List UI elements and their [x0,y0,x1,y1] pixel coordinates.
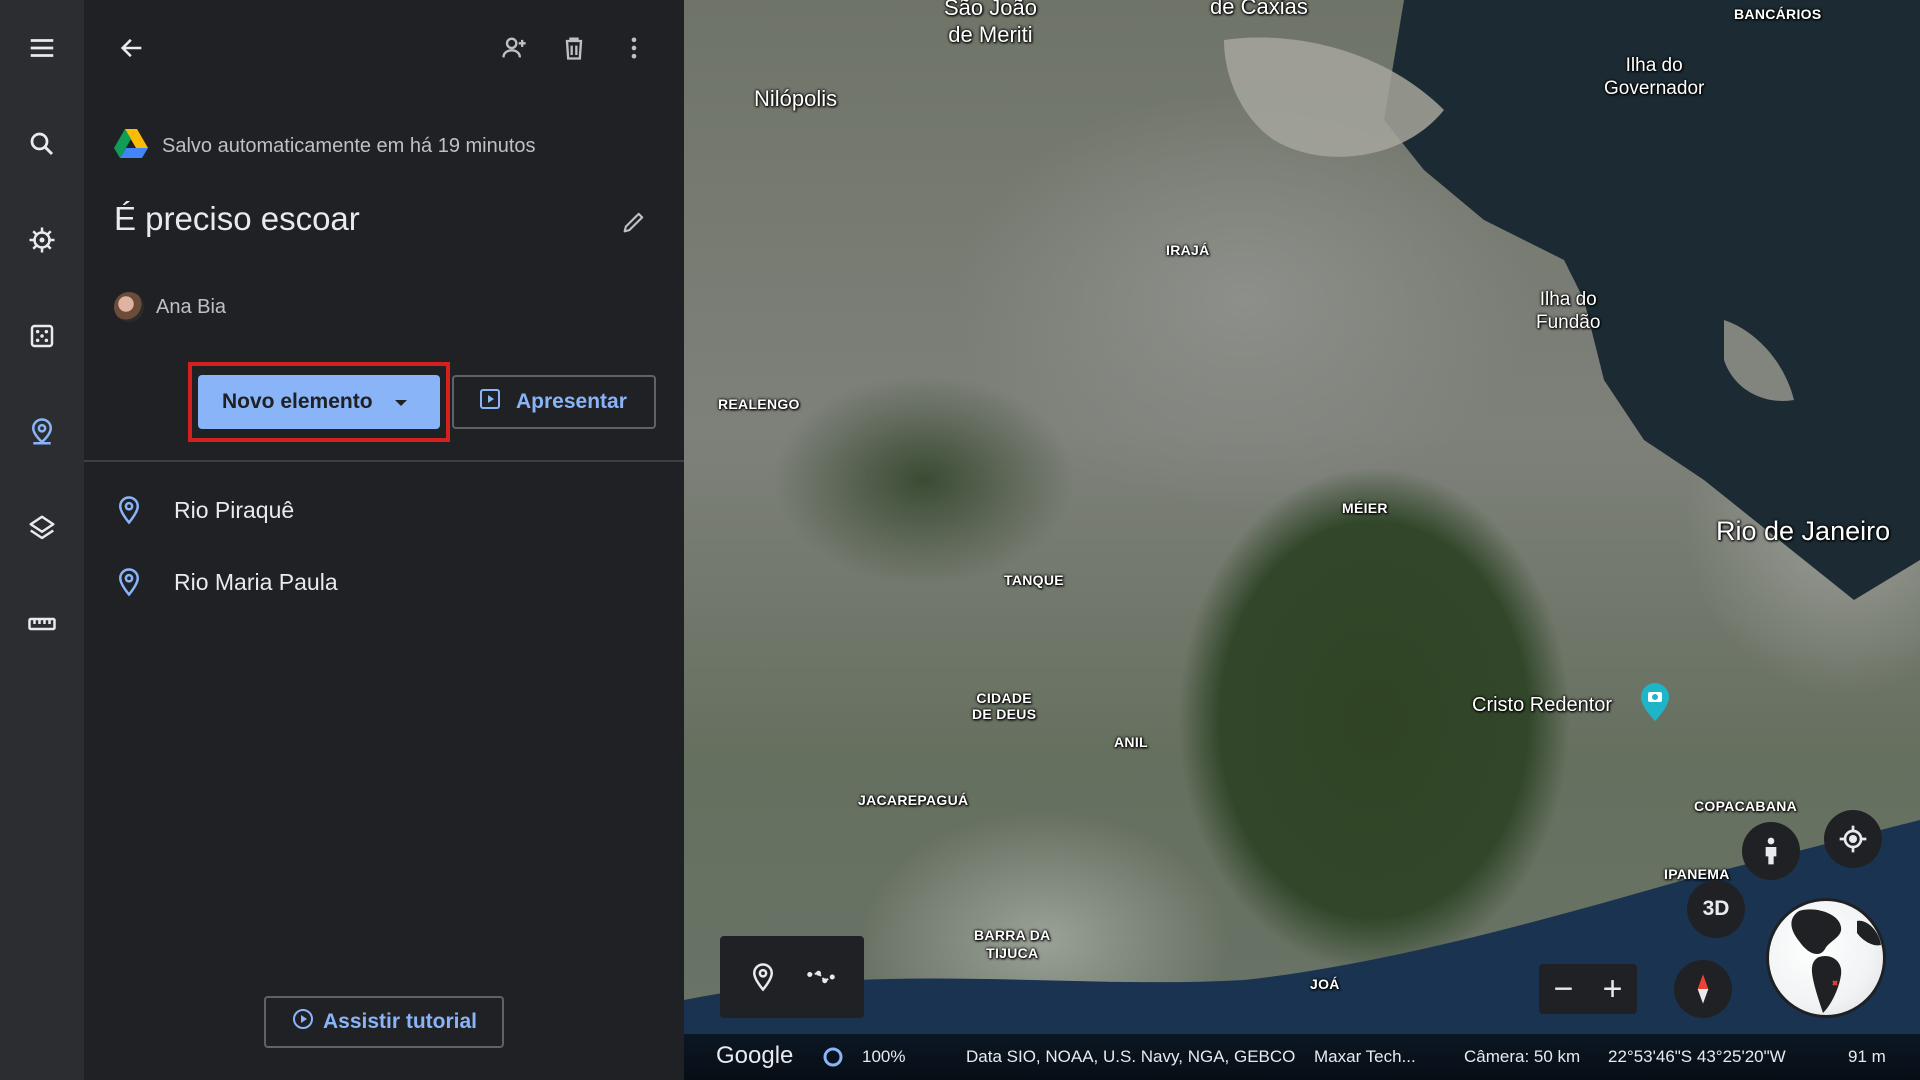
globe-minimap[interactable] [1766,898,1886,1018]
status-bar: Google 100% Data SIO, NOAA, U.S. Navy, N… [684,1034,1920,1080]
street-view-button[interactable] [1742,822,1800,880]
my-location-icon [1839,825,1867,853]
zoom-controls: − + [1539,964,1637,1014]
camera-altitude: Câmera: 50 km [1464,1047,1581,1066]
map-label: São João de Meriti [944,0,1037,47]
load-progress: 100% [862,1047,906,1066]
play-circle-icon [291,1007,315,1037]
map-label: ANIL [1114,734,1148,750]
map-label: de Caxias [1210,0,1308,19]
placemark-icon [118,496,140,525]
menu-icon[interactable] [22,28,62,68]
present-button[interactable]: Apresentar [452,375,656,429]
trash-icon[interactable] [552,26,596,70]
dropdown-caret-icon [394,400,407,406]
autosave-text: Salvo automaticamente em há 19 minutos [162,134,536,157]
edit-pencil-icon[interactable] [612,200,656,244]
list-item-label: Rio Piraquê [174,496,295,523]
map-label: TANQUE [1004,572,1064,588]
divider [84,460,684,462]
map-label: CIDADE DE DEUS [972,690,1037,722]
layers-icon[interactable] [22,508,62,548]
camera-poi-icon[interactable] [1640,682,1670,722]
more-vert-icon[interactable] [612,26,656,70]
map-label: Ilha do Governador [1604,55,1705,99]
imagery-credits[interactable]: Maxar Tech... [1314,1047,1416,1067]
map-label: MÉIER [1342,500,1388,516]
compass-button[interactable] [1674,960,1732,1018]
present-label: Apresentar [516,390,627,413]
project-panel: Salvo automaticamente em há 19 minutos É… [84,0,684,1080]
new-element-label: Novo elemento [222,390,373,413]
search-icon[interactable] [22,124,62,164]
loading-ring-icon [822,1046,844,1073]
toggle-3d-button[interactable]: 3D [1687,880,1745,938]
draw-path-button[interactable] [801,957,841,997]
map-label: BANCÁRIOS [1734,6,1822,22]
present-icon [478,387,502,417]
drawing-tools [720,936,864,1018]
project-owner: Ana Bia [114,292,226,322]
projects-icon[interactable] [22,412,62,452]
map-label: COPACABANA [1694,798,1798,814]
list-item[interactable]: Rio Piraquê [114,485,654,535]
map-label: IRAJÁ [1166,242,1210,258]
left-rail [0,0,84,1080]
avatar [114,292,144,322]
map-label: BARRA DA TIJUCA [974,927,1051,961]
compass-icon [1697,974,1709,1004]
autosave-status: Salvo automaticamente em há 19 minutos [114,128,536,164]
project-title: É preciso escoar [114,200,360,237]
watch-tutorial-label: Assistir tutorial [322,1010,478,1033]
placemark-icon [752,963,774,992]
google-logo: Google [716,1042,794,1069]
map-label: REALENGO [718,396,800,412]
google-drive-icon [114,128,148,164]
map-label: Rio de Janeiro [1716,516,1891,546]
add-placemark-button[interactable] [743,957,783,997]
satellite-map[interactable]: São João de Meriti de Caxias BANCÁRIOS N… [684,0,1920,1080]
ruler-icon[interactable] [22,604,62,644]
back-arrow-icon[interactable] [110,26,154,70]
data-credits: Data SIO, NOAA, U.S. Navy, NGA, GEBCO [966,1047,1296,1066]
toggle-3d-label: 3D [1702,897,1730,920]
list-item-label: Rio Maria Paula [174,568,338,595]
watch-tutorial-button[interactable]: Assistir tutorial [264,996,504,1048]
path-line-icon [807,970,835,984]
new-element-button[interactable]: Novo elemento [198,375,440,429]
map-label: JACAREPAGUÁ [858,792,969,808]
map-label: JOÁ [1310,976,1340,992]
map-label: Ilha do Fundão [1536,289,1601,333]
ground-altitude: 91 m [1848,1047,1886,1066]
dice-icon[interactable] [22,316,62,356]
map-label: Nilópolis [754,86,838,111]
my-location-button[interactable] [1824,810,1882,868]
voyager-icon[interactable] [22,220,62,260]
pegman-icon [1765,837,1777,865]
placemark-icon [118,568,140,597]
list-item[interactable]: Rio Maria Paula [114,557,654,607]
share-person-add-icon[interactable] [492,26,536,70]
zoom-out-button[interactable]: − [1554,972,1574,1006]
owner-name: Ana Bia [156,295,227,318]
coordinates: 22°53'46"S 43°25'20"W [1608,1047,1786,1066]
map-label: Cristo Redentor [1472,694,1613,716]
zoom-in-button[interactable]: + [1603,972,1623,1006]
